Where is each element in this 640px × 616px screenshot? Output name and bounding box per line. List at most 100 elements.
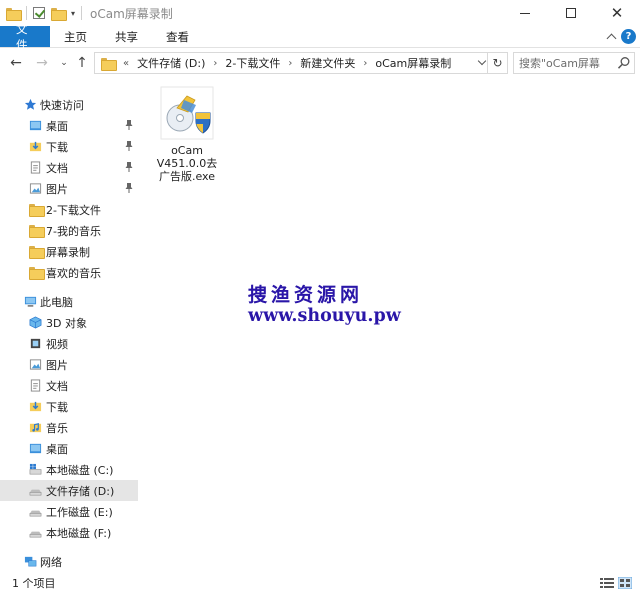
nav-item-drive-f[interactable]: 本地磁盘 (F:) <box>0 522 138 543</box>
up-arrow-icon: ↑ <box>76 55 88 71</box>
toolbar-divider <box>26 6 27 20</box>
breadcrumb-item[interactable]: 2-下载文件 <box>225 55 280 71</box>
nav-item-my-music[interactable]: 7-我的音乐 <box>0 220 138 241</box>
nav-item-drive-e[interactable]: 工作磁盘 (E:) <box>0 501 138 522</box>
refresh-button[interactable]: ↻ <box>487 53 507 73</box>
ribbon-right-controls: ? <box>606 29 636 44</box>
help-icon[interactable]: ? <box>621 29 636 44</box>
back-button[interactable]: ← <box>4 51 28 75</box>
nav-label: 此电脑 <box>40 296 73 309</box>
nav-label: 工作磁盘 (E:) <box>46 506 113 519</box>
tab-home[interactable]: 主页 <box>50 26 101 47</box>
music-icon <box>29 423 42 433</box>
nav-network[interactable]: 网络 <box>0 551 138 572</box>
chevron-down-icon: ⌄ <box>60 58 68 68</box>
tab-file[interactable]: 文件 <box>0 22 50 52</box>
nav-label: 文档 <box>46 162 68 175</box>
nav-label: 快速访问 <box>40 99 84 112</box>
pin-icon[interactable] <box>124 182 134 194</box>
search-input[interactable]: 搜索"oCam屏幕 <box>513 52 635 74</box>
pin-icon[interactable] <box>124 119 134 131</box>
large-icons-view-icon[interactable] <box>618 577 632 589</box>
drive-icon <box>29 531 42 538</box>
pictures-icon <box>29 183 42 194</box>
address-bar[interactable]: « 文件存储 (D:) › 2-下载文件 › 新建文件夹 › oCam屏幕录制 … <box>94 52 508 74</box>
toolbar-divider <box>81 6 83 20</box>
breadcrumb-item[interactable]: 新建文件夹 <box>300 55 355 71</box>
nav-label: 文档 <box>46 380 68 393</box>
nav-item-pc-desktop[interactable]: 桌面 <box>0 438 138 459</box>
nav-item-pc-documents[interactable]: 文档 <box>0 375 138 396</box>
properties-check-icon[interactable] <box>33 7 45 19</box>
customize-toolbar-chevron-icon[interactable]: ▾ <box>71 9 75 18</box>
folder-icon <box>29 225 45 238</box>
nav-quick-access[interactable]: 快速访问 <box>0 94 138 115</box>
tab-view[interactable]: 查看 <box>152 26 203 47</box>
new-folder-icon[interactable] <box>51 7 67 21</box>
expand-ribbon-chevron-icon[interactable] <box>606 33 617 44</box>
breadcrumb-item[interactable]: oCam屏幕录制 <box>375 55 451 71</box>
tab-share[interactable]: 共享 <box>101 26 152 47</box>
breadcrumb-separator-icon[interactable]: › <box>363 58 367 69</box>
download-folder-icon <box>29 141 42 152</box>
title-bar: ▾ oCam屏幕录制 ✕ <box>0 0 640 26</box>
windows-drive-icon <box>29 463 42 475</box>
nav-label: 视频 <box>46 338 68 351</box>
nav-item-drive-d[interactable]: 文件存储 (D:) <box>0 480 138 501</box>
network-icon <box>24 556 37 567</box>
nav-item-pictures[interactable]: 图片 <box>0 178 138 199</box>
breadcrumb-separator-icon[interactable]: › <box>288 58 292 69</box>
nav-label: 下载 <box>46 141 68 154</box>
video-icon <box>30 338 41 349</box>
nav-label: 文件存储 (D:) <box>46 485 115 498</box>
breadcrumb: « 文件存储 (D:) › 2-下载文件 › 新建文件夹 › oCam屏幕录制 <box>95 55 451 71</box>
nav-item-3d-objects[interactable]: 3D 对象 <box>0 312 138 333</box>
nav-item-pc-downloads[interactable]: 下载 <box>0 396 138 417</box>
refresh-icon: ↻ <box>492 56 503 70</box>
nav-item-desktop[interactable]: 桌面 <box>0 115 138 136</box>
file-item[interactable]: oCam V451.0.0去 广告版.exe <box>156 86 218 183</box>
nav-label: 本地磁盘 (F:) <box>46 527 112 540</box>
up-button[interactable]: ↑ <box>70 51 94 75</box>
nav-label: 2-下载文件 <box>46 204 101 217</box>
nav-item-drive-c[interactable]: 本地磁盘 (C:) <box>0 459 138 480</box>
navigation-pane: 快速访问 桌面 下载 文档 图片 2-下载文件 7-我的音乐 屏幕录制 喜欢的音… <box>0 86 138 572</box>
star-icon <box>24 98 37 110</box>
nav-item-download-files[interactable]: 2-下载文件 <box>0 199 138 220</box>
nav-item-favorite-music[interactable]: 喜欢的音乐 <box>0 262 138 283</box>
breadcrumb-item[interactable]: 文件存储 (D:) <box>137 55 205 71</box>
forward-button[interactable]: → <box>30 51 54 75</box>
watermark-title: 捜渔资源网 <box>248 284 364 306</box>
status-bar: 1 个项目 <box>0 572 640 594</box>
breadcrumb-separator-icon[interactable]: › <box>213 58 217 69</box>
nav-item-pc-pictures[interactable]: 图片 <box>0 354 138 375</box>
nav-label: 喜欢的音乐 <box>46 267 101 280</box>
nav-label: 图片 <box>46 359 68 372</box>
nav-item-downloads[interactable]: 下载 <box>0 136 138 157</box>
nav-item-videos[interactable]: 视频 <box>0 333 138 354</box>
nav-label: 桌面 <box>46 443 68 456</box>
item-count: 1 个项目 <box>12 577 56 590</box>
nav-item-music[interactable]: 音乐 <box>0 417 138 438</box>
address-dropdown-icon[interactable] <box>477 56 487 66</box>
pin-icon[interactable] <box>124 140 134 152</box>
nav-label: 下载 <box>46 401 68 414</box>
document-icon <box>30 379 41 392</box>
details-view-icon[interactable] <box>600 577 614 589</box>
nav-this-pc[interactable]: 此电脑 <box>0 291 138 312</box>
maximize-button[interactable] <box>548 0 594 26</box>
nav-item-documents[interactable]: 文档 <box>0 157 138 178</box>
folder-icon <box>29 204 45 217</box>
drive-icon <box>29 510 42 517</box>
nav-item-screen-recording[interactable]: 屏幕录制 <box>0 241 138 262</box>
minimize-button[interactable] <box>502 0 548 26</box>
computer-icon <box>24 296 37 307</box>
file-list-pane: oCam V451.0.0去 广告版.exe 捜渔资源网 www.shouyu.… <box>140 80 640 572</box>
nav-label: 本地磁盘 (C:) <box>46 464 114 477</box>
drive-icon <box>29 489 42 496</box>
close-button[interactable]: ✕ <box>594 0 640 26</box>
file-name-line: 广告版.exe <box>158 170 215 183</box>
installer-shield-icon <box>160 86 214 140</box>
overflow-chevron-icon[interactable]: « <box>123 58 129 69</box>
pin-icon[interactable] <box>124 161 134 173</box>
